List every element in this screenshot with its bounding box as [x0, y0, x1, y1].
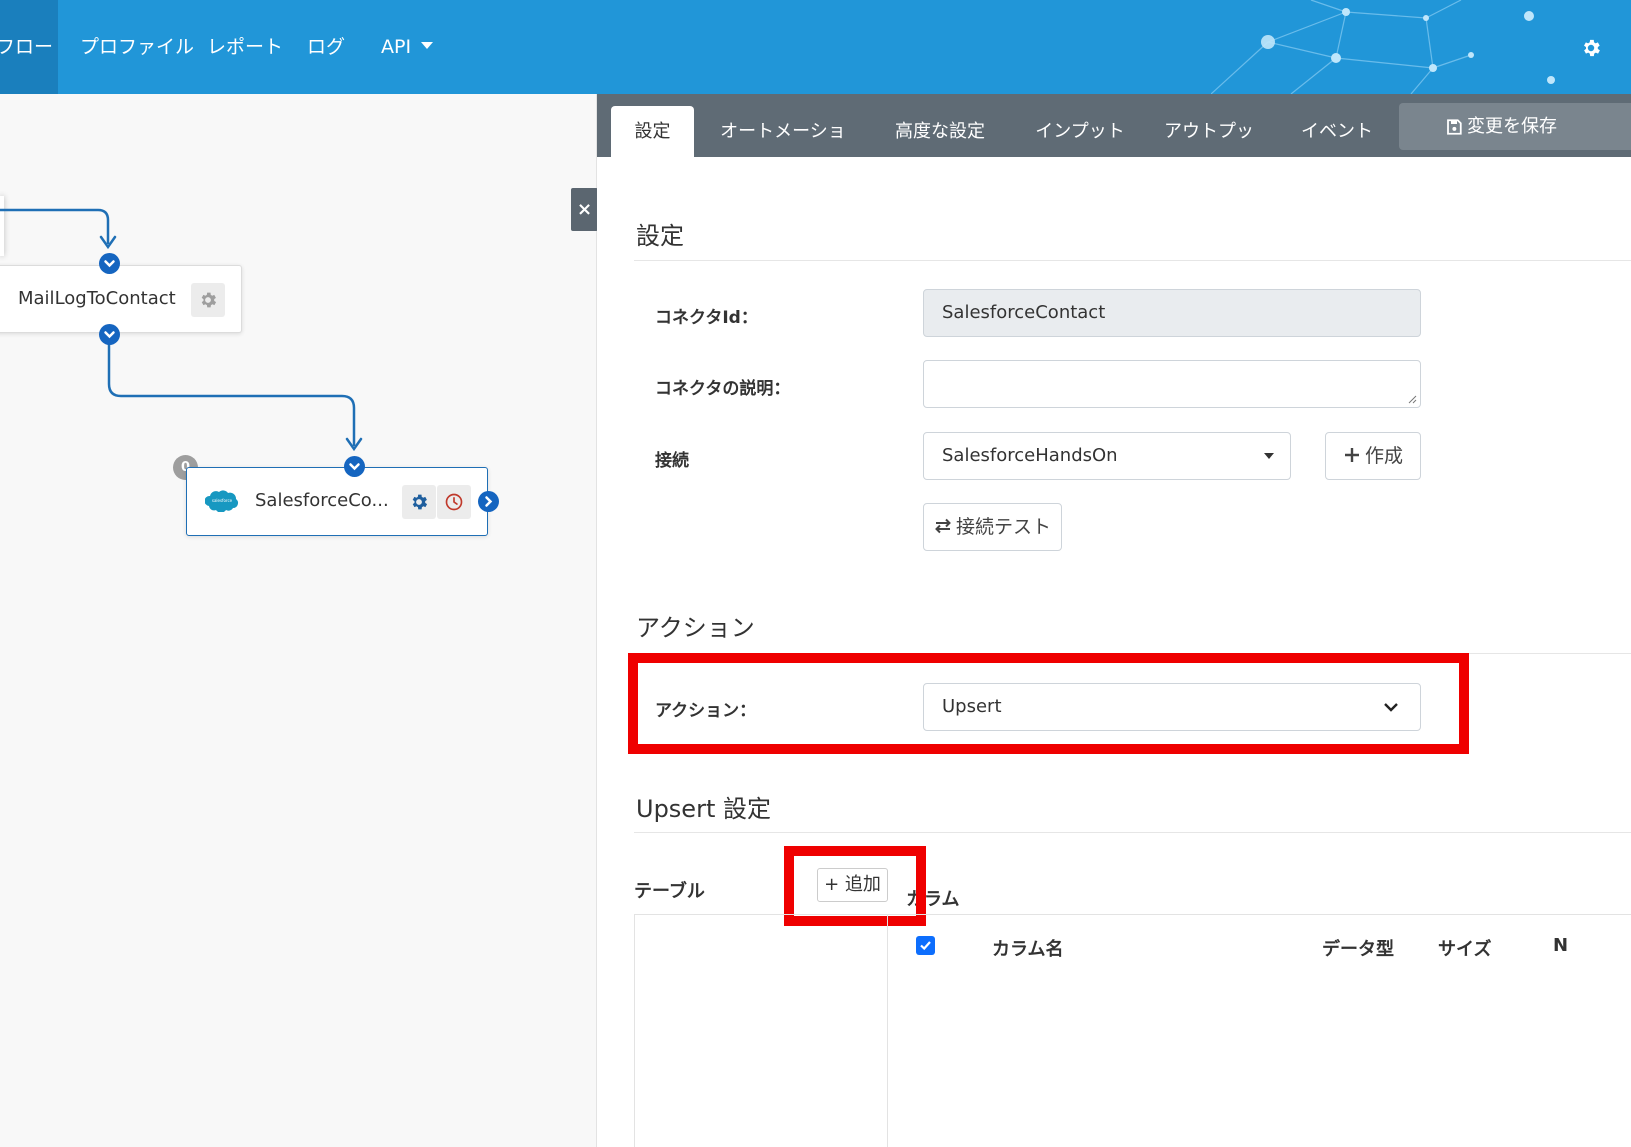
- node-input-port[interactable]: [99, 253, 120, 274]
- column-header-datatype[interactable]: データ型: [1322, 935, 1394, 961]
- nav-flow[interactable]: フロー: [0, 0, 58, 94]
- node-label: SalesforceCo...: [255, 490, 389, 511]
- nav-api-label: API: [381, 36, 412, 58]
- node-output-port[interactable]: [478, 491, 499, 512]
- column-header-name[interactable]: カラム名: [992, 935, 1063, 961]
- flow-canvas[interactable]: × MailLogToContact 0 salesforce Salesfor…: [0, 94, 598, 1147]
- settings-title: 設定: [636, 222, 684, 250]
- settings-panel: 設定 オートメーション 高度な設定 インプット アウトプット イベント 変更を保…: [597, 94, 1631, 1147]
- create-connection-button[interactable]: 作成: [1325, 432, 1421, 480]
- action-title: アクション: [636, 614, 755, 642]
- column-header-nullable[interactable]: N: [1553, 935, 1568, 956]
- connection-test-label: 接続テスト: [955, 516, 1051, 538]
- node-settings-button[interactable]: [402, 485, 436, 519]
- resize-handle-icon: [1408, 395, 1417, 404]
- node-settings-button[interactable]: [191, 283, 225, 317]
- upsert-title: Upsert 設定: [636, 795, 771, 823]
- table-label: テーブル: [634, 881, 705, 902]
- node-schedule-button[interactable]: [437, 485, 471, 519]
- clock-icon: [445, 493, 463, 511]
- tab-automation[interactable]: オートメーション: [717, 106, 849, 193]
- connection-value: SalesforceHandsOn: [942, 445, 1118, 466]
- salesforce-logo: salesforce: [205, 490, 238, 512]
- node-output-port[interactable]: [99, 324, 120, 345]
- plus-icon: [1344, 447, 1359, 462]
- connection-select[interactable]: SalesforceHandsOn: [923, 432, 1291, 480]
- save-changes-button[interactable]: 変更を保存: [1399, 103, 1631, 150]
- save-label: 変更を保存: [1467, 116, 1557, 137]
- caret-down-icon: [421, 42, 434, 49]
- collapse-panel-button[interactable]: ×: [571, 188, 598, 231]
- chevron-down-icon: [104, 260, 115, 268]
- gear-icon[interactable]: [1580, 37, 1602, 59]
- chevron-down-icon: [349, 463, 360, 471]
- highlight-box: [628, 653, 1469, 754]
- node-label: MailLogToContact: [18, 288, 176, 309]
- connection-label: 接続: [655, 451, 689, 471]
- floppy-disk-icon: [1447, 119, 1462, 135]
- tab-event[interactable]: イベント: [1297, 106, 1377, 157]
- network-decoration: [1211, 0, 1555, 94]
- connector-description-label: コネクタの説明：: [655, 379, 791, 399]
- tab-bar: 設定 オートメーション 高度な設定 インプット アウトプット イベント 変更を保…: [597, 94, 1631, 193]
- tab-advanced[interactable]: 高度な設定: [883, 106, 997, 157]
- table-list[interactable]: [634, 914, 888, 1147]
- create-label: 作成: [1364, 445, 1403, 467]
- svg-text:salesforce: salesforce: [212, 498, 233, 503]
- divider: [634, 832, 1631, 833]
- connector-description-textarea[interactable]: [923, 360, 1421, 408]
- nav-api[interactable]: API: [381, 0, 434, 94]
- tab-settings[interactable]: 設定: [611, 106, 694, 157]
- node-input-port[interactable]: [344, 456, 365, 477]
- chevron-right-icon: [485, 496, 493, 507]
- nav-report[interactable]: レポート: [207, 0, 283, 94]
- tab-input[interactable]: インプット: [1035, 106, 1125, 157]
- flow-node-maillogtocontact[interactable]: MailLogToContact: [0, 265, 242, 333]
- select-all-checkbox[interactable]: [916, 936, 935, 955]
- nav-profile[interactable]: プロファイル: [80, 0, 194, 94]
- connector-id-field[interactable]: SalesforceContact: [923, 289, 1421, 337]
- nav-log[interactable]: ログ: [307, 0, 345, 94]
- connector-id-label: コネクタId：: [655, 308, 758, 328]
- column-header-size[interactable]: サイズ: [1438, 935, 1491, 961]
- chevron-down-icon: [104, 331, 115, 339]
- caret-down-icon: [1264, 453, 1274, 459]
- flow-edges: [0, 208, 363, 452]
- check-icon: [920, 941, 931, 951]
- gear-icon: [412, 494, 428, 510]
- exchange-icon: [935, 518, 951, 533]
- tab-output[interactable]: アウトプット: [1159, 106, 1259, 193]
- connection-test-button[interactable]: 接続テスト: [923, 503, 1062, 551]
- gear-icon: [201, 292, 217, 308]
- divider: [634, 260, 1631, 261]
- flow-node-salesforcecontact[interactable]: salesforce SalesforceCo...: [186, 467, 488, 536]
- top-navbar: フロー プロファイル レポート ログ API: [0, 0, 1631, 94]
